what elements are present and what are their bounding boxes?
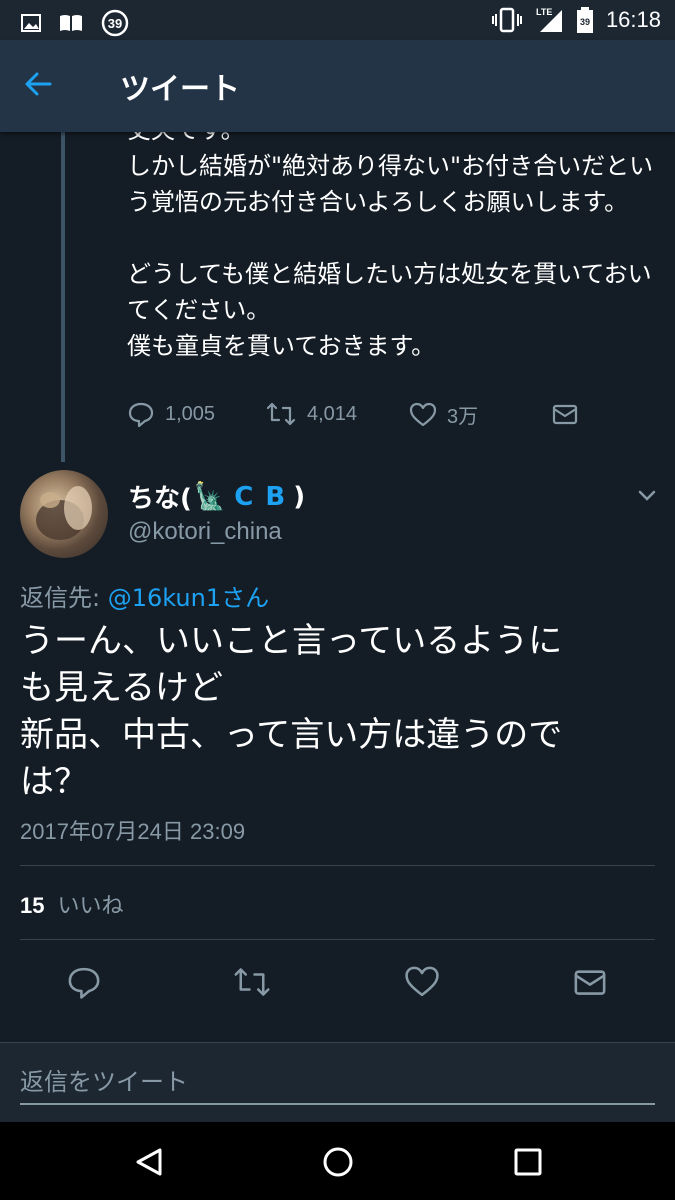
reply-mention-link[interactable]: @16kun1さん — [108, 584, 269, 612]
parent-dm-button[interactable] — [551, 400, 579, 428]
tweet-menu-button[interactable] — [632, 480, 662, 510]
like-button[interactable] — [404, 964, 444, 1000]
system-nav-bar — [0, 1122, 675, 1200]
book-icon — [58, 12, 84, 34]
envelope-icon — [574, 970, 606, 995]
parent-like-count: 3万 — [447, 406, 479, 428]
avatar-photo — [36, 486, 92, 540]
status-bar: 39 LTE 39 16:18 — [0, 0, 675, 40]
status-bar-left: 39 — [20, 8, 130, 38]
vibrate-icon — [491, 7, 522, 33]
reply-to-line: 返信先: @16kun1さん — [20, 584, 270, 612]
heart-icon — [405, 966, 439, 997]
badge-39-icon: 39 — [100, 8, 130, 38]
thread-connector-line — [61, 132, 65, 462]
reply-input[interactable] — [20, 1061, 655, 1105]
nav-home-button[interactable] — [318, 1142, 358, 1182]
parent-retweet-button[interactable]: 4,014 — [265, 400, 357, 428]
svg-text:39: 39 — [108, 16, 122, 31]
battery-icon: 39 — [576, 6, 594, 34]
retweet-button[interactable] — [232, 964, 272, 1000]
nav-recents-button[interactable] — [508, 1142, 548, 1182]
tweet-action-bar — [0, 954, 675, 1010]
svg-text:LTE: LTE — [536, 7, 552, 17]
app-header: ツイート — [0, 40, 675, 132]
like-label: いいね — [57, 894, 124, 919]
square-recents-icon — [514, 1148, 542, 1176]
image-icon — [20, 12, 42, 34]
signal-icon: LTE — [534, 6, 564, 34]
retweet-icon — [266, 402, 296, 426]
circle-home-icon — [323, 1147, 353, 1177]
parent-tweet-actions: 1,005 4,014 3万 — [127, 400, 607, 436]
tweet-text: うーん、いいこと言っているように も見えるけど 新品、中古、って言い方は違うので… — [20, 621, 563, 802]
retweet-icon — [234, 968, 270, 996]
author-handle[interactable]: @kotori_china — [128, 518, 282, 546]
divider — [20, 865, 655, 866]
back-arrow-icon — [25, 72, 52, 96]
reply-button[interactable] — [66, 964, 106, 1000]
reply-composer — [0, 1042, 675, 1122]
statue-of-liberty-emoji: 🗽 — [193, 481, 227, 512]
status-bar-right: LTE 39 16:18 — [491, 6, 661, 34]
parent-reply-button[interactable]: 1,005 — [127, 400, 215, 428]
likes-summary[interactable]: 15 いいね — [20, 888, 124, 920]
avatar[interactable] — [20, 470, 108, 558]
reply-icon — [128, 402, 154, 428]
author-name[interactable]: ちな( 🗽 C B ) — [128, 478, 305, 515]
like-count: 15 — [20, 893, 45, 918]
tweet-timestamp: 2017年07月24日 23:09 — [20, 819, 246, 844]
parent-like-button[interactable]: 3万 — [409, 400, 478, 429]
reply-icon — [68, 967, 100, 999]
parent-retweet-count: 4,014 — [307, 402, 358, 425]
page-title: ツイート — [120, 72, 240, 107]
svg-text:39: 39 — [580, 17, 590, 27]
chevron-down-icon — [638, 490, 656, 501]
back-button[interactable] — [22, 68, 72, 104]
share-dm-button[interactable] — [572, 964, 612, 1000]
envelope-icon — [552, 404, 578, 425]
status-time: 16:18 — [605, 7, 661, 32]
tweet-detail: 丈夫です。 しかし結婚が"絶対あり得ない"お付き合いだという覚悟の元お付き合いよ… — [0, 132, 675, 1122]
parent-reply-count: 1,005 — [165, 402, 216, 425]
parent-tweet-text: 丈夫です。 しかし結婚が"絶対あり得ない"お付き合いだという覚悟の元お付き合いよ… — [127, 132, 654, 360]
heart-icon — [409, 402, 437, 426]
triangle-back-icon — [136, 1148, 162, 1176]
nav-back-button[interactable] — [130, 1142, 170, 1182]
divider — [20, 939, 655, 940]
